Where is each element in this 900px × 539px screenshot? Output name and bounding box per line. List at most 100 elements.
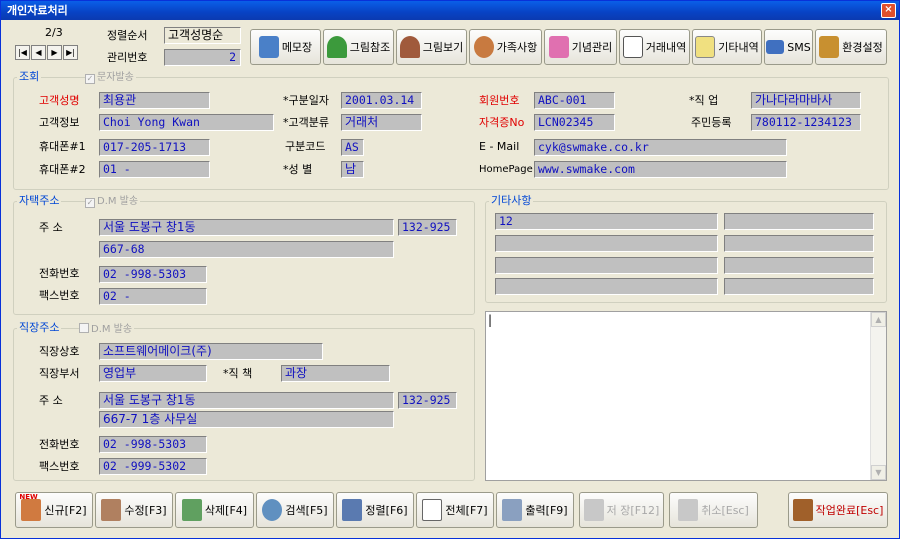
home-fax-label: 팩스번호 bbox=[39, 289, 80, 302]
title-bar: 개인자료처리 × bbox=[1, 1, 899, 20]
record-indicator: 2/3 bbox=[45, 26, 63, 39]
work-fax-field[interactable]: 02 -999-5302 bbox=[99, 458, 207, 475]
home-addr1-field[interactable]: 서울 도봉구 창1동 bbox=[99, 219, 394, 236]
etc-group-title: 기타사항 bbox=[489, 194, 534, 207]
cancel-button[interactable]: 취소[Esc] bbox=[669, 492, 758, 528]
sort-label: 정렬순서 bbox=[107, 29, 148, 42]
notebook-icon bbox=[258, 36, 279, 58]
close-button[interactable]: × bbox=[881, 3, 896, 18]
edit-button[interactable]: 수정[F3] bbox=[95, 492, 173, 528]
info-label: 고객정보 bbox=[39, 116, 80, 129]
home-addr2-field[interactable]: 667-68 bbox=[99, 241, 394, 258]
etc-field-7[interactable] bbox=[495, 278, 718, 295]
picture-view-button[interactable]: 그림보기 bbox=[396, 29, 467, 65]
other-details-button[interactable]: 기타내역 bbox=[692, 29, 762, 65]
home-fax-field[interactable]: 02 - bbox=[99, 288, 207, 305]
phone1-field[interactable]: 017-205-1713 bbox=[99, 139, 210, 156]
homepage-field[interactable]: www.swmake.com bbox=[534, 161, 787, 178]
etc-field-2[interactable] bbox=[724, 213, 874, 230]
memo-textarea[interactable]: | ▲ ▼ bbox=[485, 311, 887, 481]
phone2-field[interactable]: 01 - bbox=[99, 161, 210, 178]
memo-button[interactable]: 메모장 bbox=[250, 29, 321, 65]
dept-field[interactable]: 영업부 bbox=[99, 365, 207, 382]
home-tel-field[interactable]: 02 -998-5303 bbox=[99, 266, 207, 283]
etc-field-6[interactable] bbox=[724, 257, 874, 274]
home-zip-field[interactable]: 132-925 bbox=[398, 219, 457, 236]
position-label: *직 책 bbox=[223, 367, 253, 380]
cup-icon bbox=[695, 36, 716, 58]
code-field[interactable]: AS bbox=[341, 139, 364, 156]
transactions-button[interactable]: 거래내역 bbox=[619, 29, 690, 65]
all-button[interactable]: 전체[F7] bbox=[416, 492, 494, 528]
etc-field-8[interactable] bbox=[724, 278, 874, 295]
picture-ref-button[interactable]: 그림참조 bbox=[323, 29, 394, 65]
work-dm-checkbox[interactable]: D.M 발송 bbox=[79, 323, 135, 336]
mgmt-number-field[interactable]: 2 bbox=[164, 49, 241, 66]
last-record-button[interactable]: ▶| bbox=[63, 45, 78, 60]
info-field[interactable]: Choi Yong Kwan bbox=[99, 114, 274, 131]
search-icon bbox=[262, 499, 283, 521]
email-field[interactable]: cyk@swmake.co.kr bbox=[534, 139, 787, 156]
sort-button[interactable]: 정렬[F6] bbox=[336, 492, 414, 528]
disk-icon bbox=[583, 499, 604, 521]
etc-field-4[interactable] bbox=[724, 235, 874, 252]
memo-scrollbar[interactable]: ▲ ▼ bbox=[870, 312, 886, 480]
name-label: 고객성명 bbox=[39, 94, 80, 107]
prev-record-button[interactable]: ◀ bbox=[31, 45, 46, 60]
resident-field[interactable]: 780112-1234123 bbox=[751, 114, 861, 131]
sms-button[interactable]: SMS bbox=[764, 29, 813, 65]
resident-label: 주민등록 bbox=[691, 116, 732, 129]
class-label: *고객분류 bbox=[283, 116, 329, 129]
anniversary-button[interactable]: 기념관리 bbox=[544, 29, 617, 65]
search-button[interactable]: 검색[F5] bbox=[256, 492, 334, 528]
sms-send-checkbox[interactable]: ✓ 문자발송 bbox=[85, 72, 136, 84]
name-field[interactable]: 최용관 bbox=[99, 92, 210, 109]
new-button[interactable]: NEW 신규[F2] bbox=[15, 492, 93, 528]
date-label: *구분일자 bbox=[283, 94, 329, 107]
print-button[interactable]: 출력[F9] bbox=[496, 492, 574, 528]
position-field[interactable]: 과장 bbox=[281, 365, 390, 382]
sort-icon bbox=[342, 499, 363, 521]
company-label: 직장상호 bbox=[39, 345, 80, 358]
phone2-label: 휴대폰#2 bbox=[39, 163, 86, 176]
work-tel-label: 전화번호 bbox=[39, 438, 80, 451]
work-addr2-field[interactable]: 667-7 1층 사무실 bbox=[99, 411, 394, 428]
work-addr1-field[interactable]: 서울 도봉구 창1동 bbox=[99, 392, 394, 409]
cert-field[interactable]: LCN02345 bbox=[534, 114, 615, 131]
scroll-up-icon[interactable]: ▲ bbox=[871, 312, 886, 327]
main-window: 개인자료처리 × 2/3 |◀ ◀ ▶ ▶| 정렬순서 고객성명순 관리번호 2… bbox=[0, 0, 900, 539]
member-label: 회원번호 bbox=[479, 94, 520, 107]
dept-label: 직장부서 bbox=[39, 367, 80, 380]
code-label: 구분코드 bbox=[285, 140, 326, 153]
gender-field[interactable]: 남 bbox=[341, 161, 364, 178]
etc-field-5[interactable] bbox=[495, 257, 718, 274]
edit-user-icon bbox=[101, 499, 122, 521]
scroll-down-icon[interactable]: ▼ bbox=[871, 465, 886, 480]
date-field[interactable]: 2001.03.14 bbox=[341, 92, 422, 109]
home-dm-checkbox[interactable]: ✓ D.M 발송 bbox=[85, 196, 141, 208]
first-record-button[interactable]: |◀ bbox=[15, 45, 30, 60]
work-zip-field[interactable]: 132-925 bbox=[398, 392, 457, 409]
cert-label: 자격증No bbox=[479, 116, 525, 129]
etc-field-3[interactable] bbox=[495, 235, 718, 252]
finish-button[interactable]: 작업완료[Esc] bbox=[788, 492, 888, 528]
home-group-title: 자택주소 bbox=[17, 194, 62, 207]
delete-user-icon bbox=[181, 499, 202, 521]
class-field[interactable]: 거래처 bbox=[341, 114, 422, 131]
document-icon bbox=[622, 36, 643, 58]
member-field[interactable]: ABC-001 bbox=[534, 92, 615, 109]
work-addr-label: 주 소 bbox=[39, 394, 63, 407]
door-exit-icon bbox=[792, 499, 813, 521]
family-button[interactable]: 가족사항 bbox=[469, 29, 542, 65]
company-field[interactable]: 소프트웨어메이크(주) bbox=[99, 343, 323, 360]
settings-button[interactable]: 환경설정 bbox=[815, 29, 887, 65]
people-icon bbox=[473, 36, 494, 58]
work-tel-field[interactable]: 02 -998-5303 bbox=[99, 436, 207, 453]
save-button[interactable]: 저 장[F12] bbox=[579, 492, 664, 528]
next-record-button[interactable]: ▶ bbox=[47, 45, 62, 60]
work-group-title: 직장주소 bbox=[17, 321, 62, 334]
job-field[interactable]: 가나다라마바사 bbox=[751, 92, 861, 109]
sort-select[interactable]: 고객성명순 bbox=[164, 27, 241, 44]
delete-button[interactable]: 삭제[F4] bbox=[175, 492, 254, 528]
etc-field-1[interactable]: 12 bbox=[495, 213, 718, 230]
